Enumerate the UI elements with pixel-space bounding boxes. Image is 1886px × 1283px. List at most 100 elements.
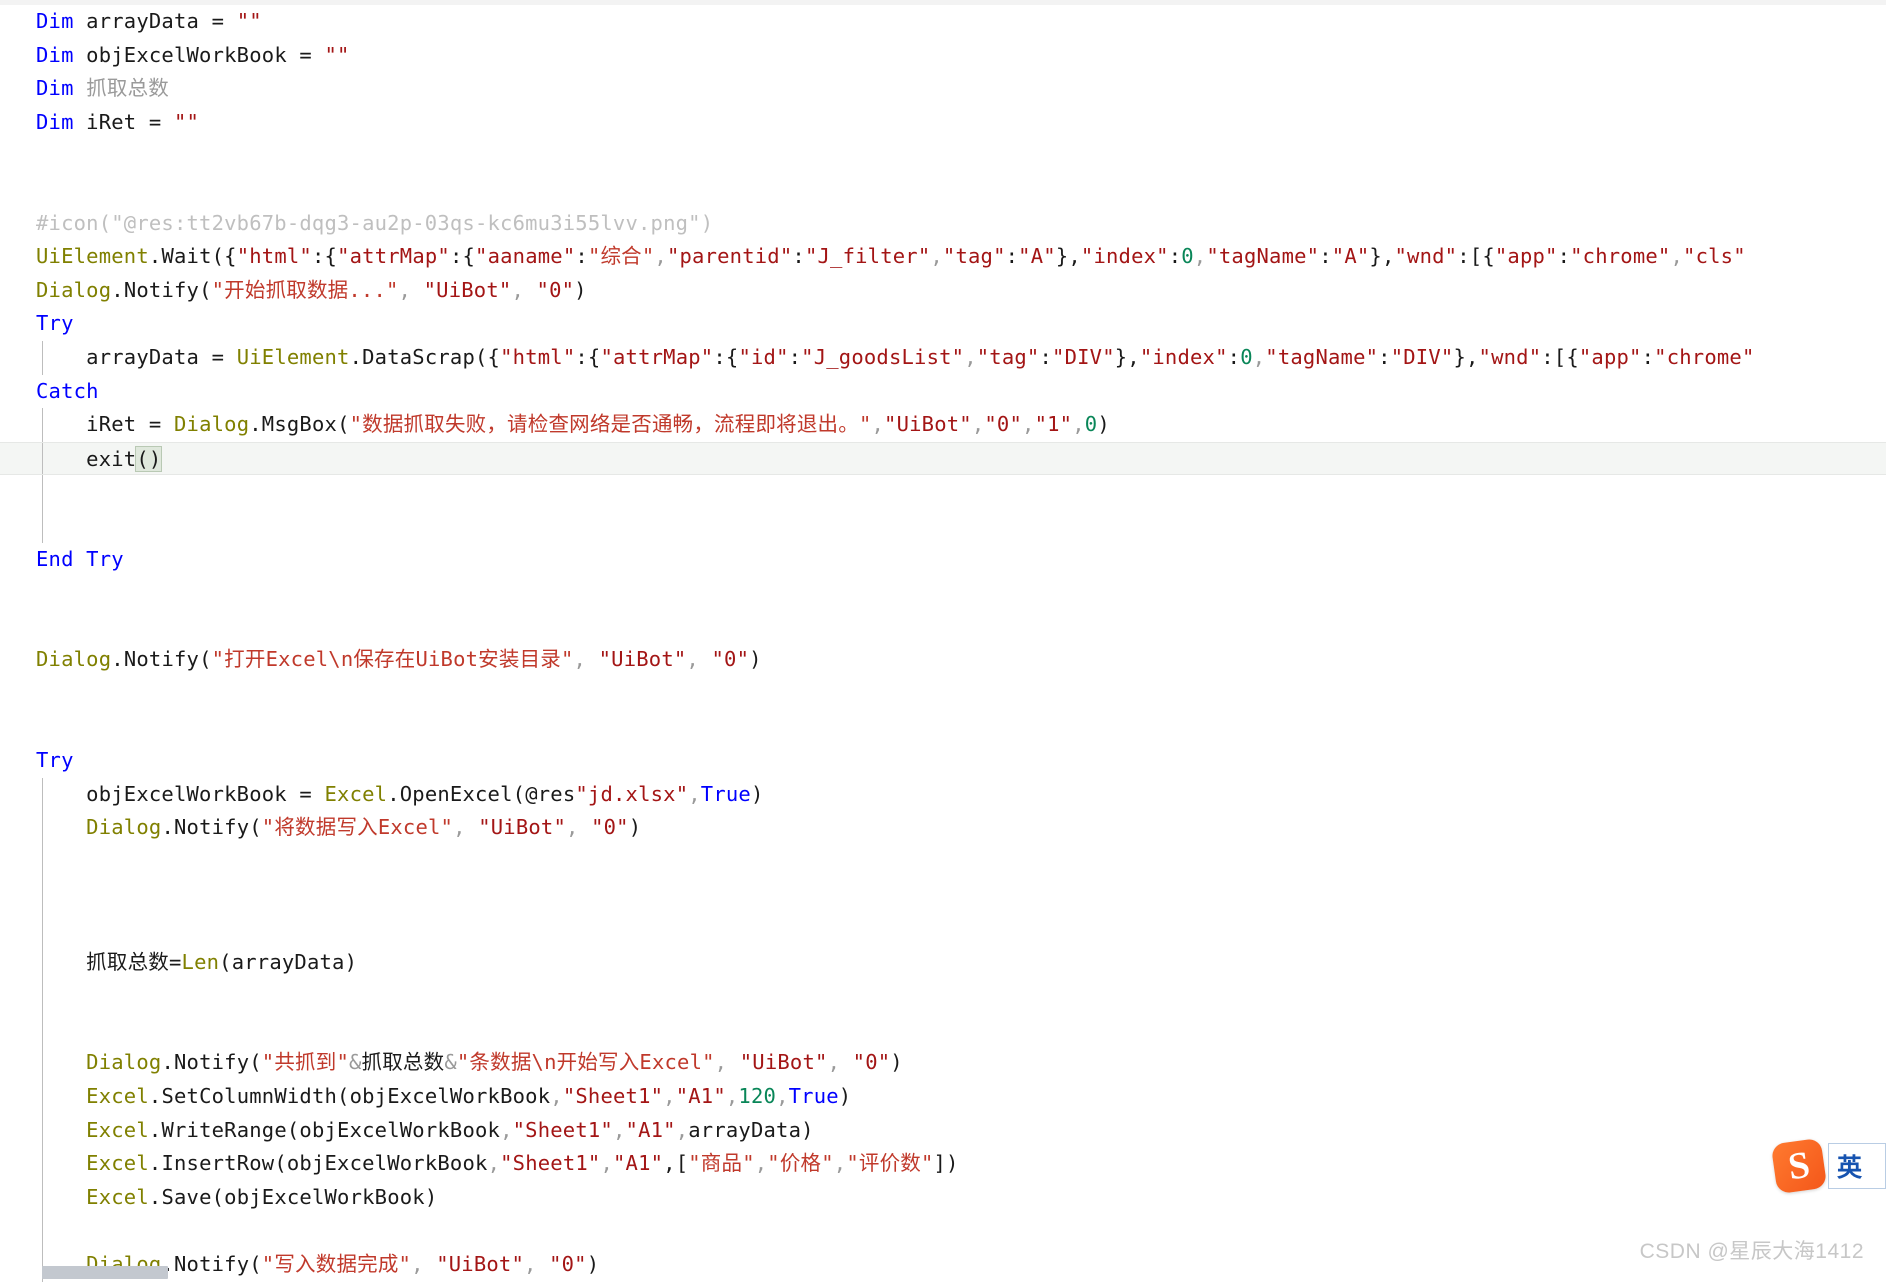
- code-line[interactable]: iRet = Dialog.MsgBox("数据抓取失败，请检查网络是否通畅，流…: [0, 408, 1886, 442]
- code-token-punc: .: [148, 1084, 162, 1108]
- code-line[interactable]: Dim arrayData = "": [0, 5, 1886, 39]
- code-token-punc: ): [628, 815, 642, 840]
- code-line[interactable]: Dim 抓取总数: [0, 72, 1886, 106]
- code-token-kw: True: [788, 1084, 839, 1108]
- code-line[interactable]: UiElement.Wait({"html":{"attrMap":{"aana…: [0, 240, 1886, 274]
- code-line[interactable]: Try: [0, 744, 1886, 778]
- code-token-str: "": [174, 109, 200, 134]
- code-token-punc: :: [1319, 244, 1332, 269]
- code-token-var: @res: [525, 781, 576, 806]
- code-editor[interactable]: Dim arrayData = "" Dim objExcelWorkBook =…: [0, 0, 1886, 1283]
- code-line[interactable]: [0, 1214, 1886, 1248]
- code-line[interactable]: Dialog.Notify("打开Excel\n保存在UiBot安装目录", "…: [0, 643, 1886, 677]
- code-line[interactable]: [0, 610, 1886, 644]
- code-line[interactable]: objExcelWorkBook = Excel.OpenExcel(@res"…: [0, 777, 1886, 812]
- code-line[interactable]: Excel.SetColumnWidth(objExcelWorkBook,"S…: [0, 1080, 1886, 1114]
- code-token-punc: (): [135, 445, 163, 472]
- code-token-str: "jd.xlsx": [575, 781, 689, 806]
- code-token-punc: (: [337, 412, 350, 437]
- code-token-punc: =: [211, 9, 237, 33]
- code-token-obj: Excel: [86, 1084, 149, 1108]
- code-token-punc: .: [148, 1117, 162, 1142]
- code-line[interactable]: End Try: [0, 543, 1886, 577]
- code-token-punc: :: [1005, 244, 1019, 269]
- code-token-grey: ,: [500, 1117, 513, 1142]
- code-token-str: "attrMap": [600, 344, 714, 369]
- code-line[interactable]: Excel.Save(objExcelWorkBook): [0, 1180, 1886, 1215]
- code-token-punc: .: [148, 244, 162, 269]
- code-line[interactable]: Excel.WriteRange(objExcelWorkBook,"Sheet…: [0, 1113, 1886, 1148]
- code-line[interactable]: [0, 878, 1886, 912]
- code-line[interactable]: Excel.InsertRow(objExcelWorkBook,"Sheet1…: [0, 1147, 1886, 1181]
- code-token-punc: ): [574, 277, 587, 302]
- code-line[interactable]: [0, 844, 1886, 879]
- code-line[interactable]: [0, 677, 1886, 711]
- code-line[interactable]: exit(): [0, 441, 1886, 476]
- code-token-grey: ,: [871, 412, 885, 437]
- code-line[interactable]: arrayData = UiElement.DataScrap({"html":…: [0, 340, 1886, 375]
- code-token-punc: },: [1055, 244, 1081, 269]
- code-token-kw: Try: [36, 311, 74, 336]
- code-line[interactable]: #icon("@res:tt2vb67b-dqg3-au2p-03qs-kc6m…: [0, 207, 1886, 241]
- code-line[interactable]: [0, 508, 1886, 543]
- code-token-grey: ,: [688, 781, 701, 806]
- code-line[interactable]: Dim iRet = "": [0, 106, 1886, 140]
- code-token-var: arrayData: [688, 1117, 802, 1142]
- code-line[interactable]: Dialog.Notify("开始抓取数据...", "UiBot", "0"): [0, 274, 1886, 308]
- code-token-str: "0": [591, 815, 629, 840]
- code-line[interactable]: [0, 912, 1886, 946]
- code-line[interactable]: Dim objExcelWorkBook = "": [0, 39, 1886, 73]
- code-token-strcn: "价格": [767, 1151, 834, 1176]
- code-token-var: iRet: [73, 109, 149, 134]
- code-token-var: objExcelWorkBook: [299, 1117, 501, 1142]
- code-token-str: "J_filter": [804, 244, 931, 269]
- code-token-punc: :{: [449, 244, 476, 269]
- code-token-punc: :{: [713, 344, 739, 369]
- code-token-punc: (: [337, 1084, 350, 1108]
- code-line[interactable]: Try: [0, 307, 1886, 341]
- code-text-area[interactable]: Dim arrayData = "" Dim objExcelWorkBook =…: [0, 5, 1886, 1283]
- code-line[interactable]: 抓取总数=Len(arrayData): [0, 945, 1886, 980]
- code-token-str: "html": [500, 344, 576, 369]
- code-token-str: "Sheet1": [562, 1084, 664, 1108]
- code-token-str: "parentid": [666, 244, 793, 269]
- code-line[interactable]: Dialog.Notify("共抓到"&抓取总数&"条数据\n开始写入Excel…: [0, 1046, 1886, 1080]
- code-line[interactable]: Dialog.Notify("将数据写入Excel", "UiBot", "0"…: [0, 811, 1886, 845]
- code-token-var: objExcelWorkBook: [224, 1184, 425, 1209]
- code-token-punc: (: [219, 949, 232, 974]
- code-token-punc: ({: [475, 344, 501, 369]
- code-token-obj: UiElement: [36, 244, 149, 269]
- code-line[interactable]: [0, 475, 1886, 509]
- code-token-grey: ,: [411, 1251, 437, 1276]
- code-token-punc: :: [1227, 344, 1241, 369]
- horizontal-scrollbar[interactable]: [42, 1266, 168, 1279]
- code-token-punc: :{: [311, 244, 338, 269]
- code-line[interactable]: [0, 979, 1886, 1013]
- code-token-grey: ,: [654, 244, 667, 269]
- code-token-punc: :[{: [1541, 344, 1579, 369]
- code-token-grey: ,: [398, 277, 424, 302]
- code-token-punc: .: [111, 277, 124, 302]
- code-line[interactable]: [0, 576, 1886, 610]
- code-line[interactable]: Dialog.Notify("写入数据完成", "UiBot", "0"): [0, 1247, 1886, 1282]
- code-token-punc: .: [249, 412, 262, 437]
- code-token-grey: &: [444, 1050, 457, 1075]
- code-token-num: 0: [1084, 412, 1098, 437]
- ime-mode-indicator[interactable]: 英: [1828, 1143, 1886, 1189]
- code-token-kw: Dim: [36, 42, 74, 67]
- code-line[interactable]: [0, 1012, 1886, 1047]
- code-line[interactable]: [0, 173, 1886, 207]
- code-token-strcn: "开始抓取数据...": [211, 277, 399, 302]
- code-token-strcn: "数据抓取失败，请检查网络是否通畅，流程即将退出。": [349, 412, 872, 437]
- code-token-fn: Save: [161, 1184, 212, 1209]
- sogou-ime-bar[interactable]: S 英: [1770, 1137, 1886, 1195]
- code-token-str: "DIV": [1052, 344, 1115, 369]
- code-token-fn: MsgBox: [261, 412, 338, 437]
- code-token-punc: },: [1114, 344, 1140, 369]
- code-line[interactable]: Catch: [0, 375, 1886, 409]
- code-line[interactable]: [0, 139, 1886, 173]
- code-line[interactable]: [0, 710, 1886, 744]
- code-token-obj: UiElement: [236, 344, 350, 369]
